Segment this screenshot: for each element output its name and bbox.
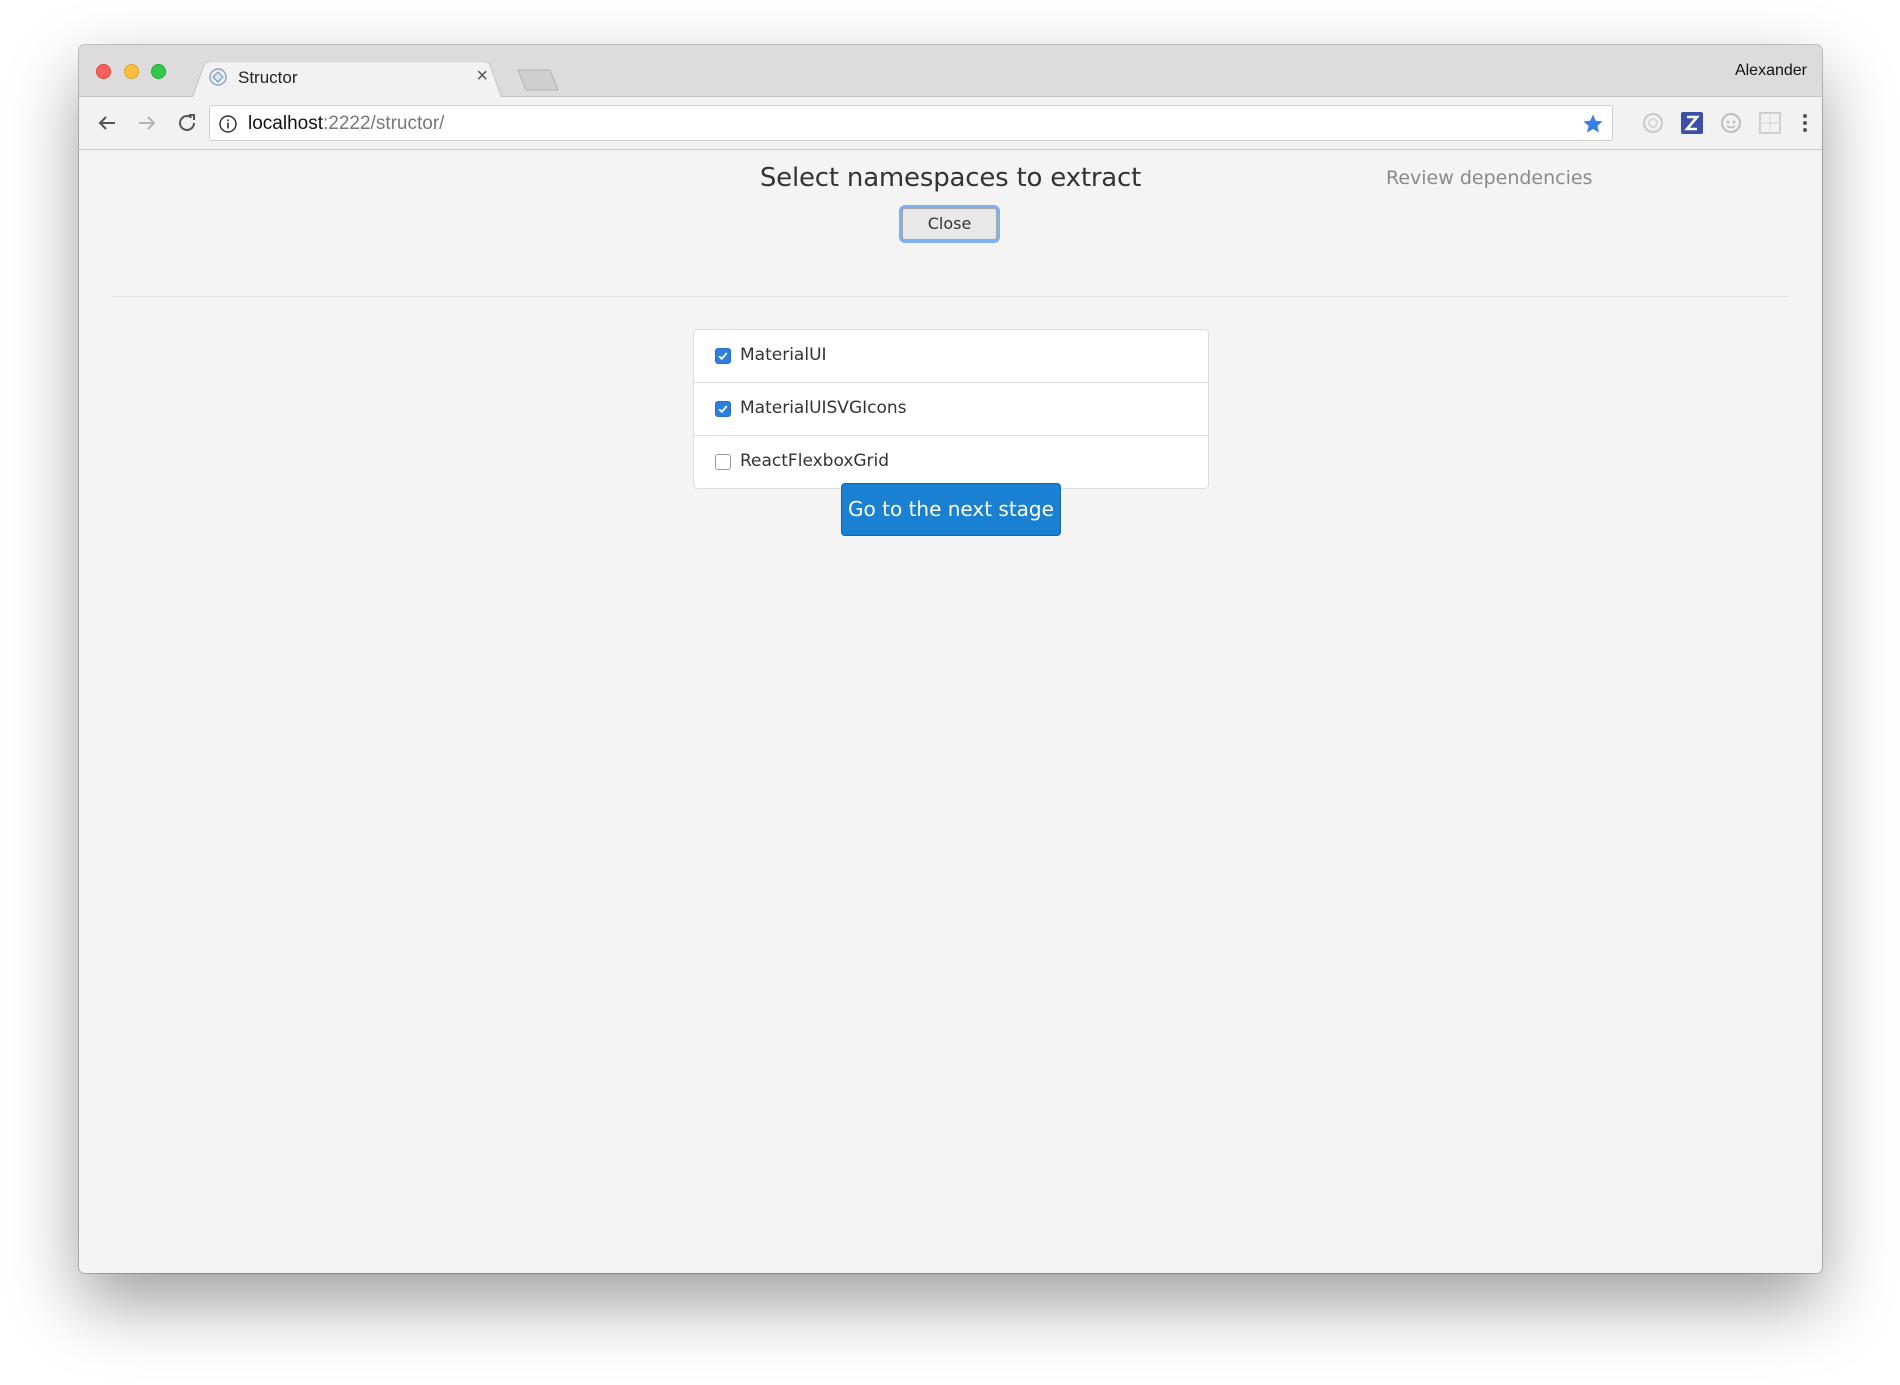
url-host: localhost [248,113,323,134]
checkbox-checked[interactable] [715,348,731,364]
extension-grid-icon[interactable] [1757,110,1783,136]
next-stage-button[interactable]: Go to the next stage [841,483,1061,536]
list-item[interactable]: MaterialUI [694,330,1208,383]
menu-dots-icon[interactable] [1792,110,1818,136]
list-item[interactable]: ReactFlexboxGrid [694,436,1208,488]
new-tab-button[interactable] [516,69,560,91]
extension-timer-icon[interactable] [1640,110,1666,136]
header-divider [112,296,1789,297]
close-button[interactable]: Close [902,208,997,240]
reload-icon[interactable] [173,109,201,137]
url-text[interactable]: localhost:2222/structor/ [248,113,444,135]
url-path: :2222/structor/ [323,113,445,134]
page-content: Select namespaces to extract Review depe… [79,150,1822,1273]
forward-arrow-icon[interactable] [133,109,161,137]
tab-structor[interactable]: Structor × [192,57,502,97]
extension-z-icon[interactable] [1679,110,1705,136]
namespace-list: MaterialUI MaterialUISVGIcons ReactFlexb… [693,329,1209,489]
list-item[interactable]: MaterialUISVGIcons [694,383,1208,436]
checkbox-unchecked[interactable] [715,454,731,470]
browser-window: Structor × Alexander localhost:2222/stru… [79,45,1822,1273]
review-dependencies-link[interactable]: Review dependencies [1386,167,1592,189]
structor-favicon-icon [208,67,228,87]
extension-face-icon[interactable] [1718,110,1744,136]
tab-title: Structor [238,68,298,87]
profile-name[interactable]: Alexander [1735,62,1807,80]
tab-strip: Structor × Alexander [79,45,1822,97]
browser-toolbar: localhost:2222/structor/ [79,97,1822,150]
address-bar[interactable]: localhost:2222/structor/ [209,105,1613,141]
tab-close-icon[interactable]: × [476,65,488,87]
bookmark-star-icon[interactable] [1582,113,1604,135]
namespace-label: MaterialUI [740,345,827,365]
close-window-button[interactable] [96,64,111,79]
minimize-window-button[interactable] [124,64,139,79]
back-arrow-icon[interactable] [93,109,121,137]
namespace-label: ReactFlexboxGrid [740,451,890,471]
checkbox-checked[interactable] [715,401,731,417]
namespace-label: MaterialUISVGIcons [740,398,907,418]
info-icon[interactable] [218,114,238,134]
zoom-window-button[interactable] [151,64,166,79]
